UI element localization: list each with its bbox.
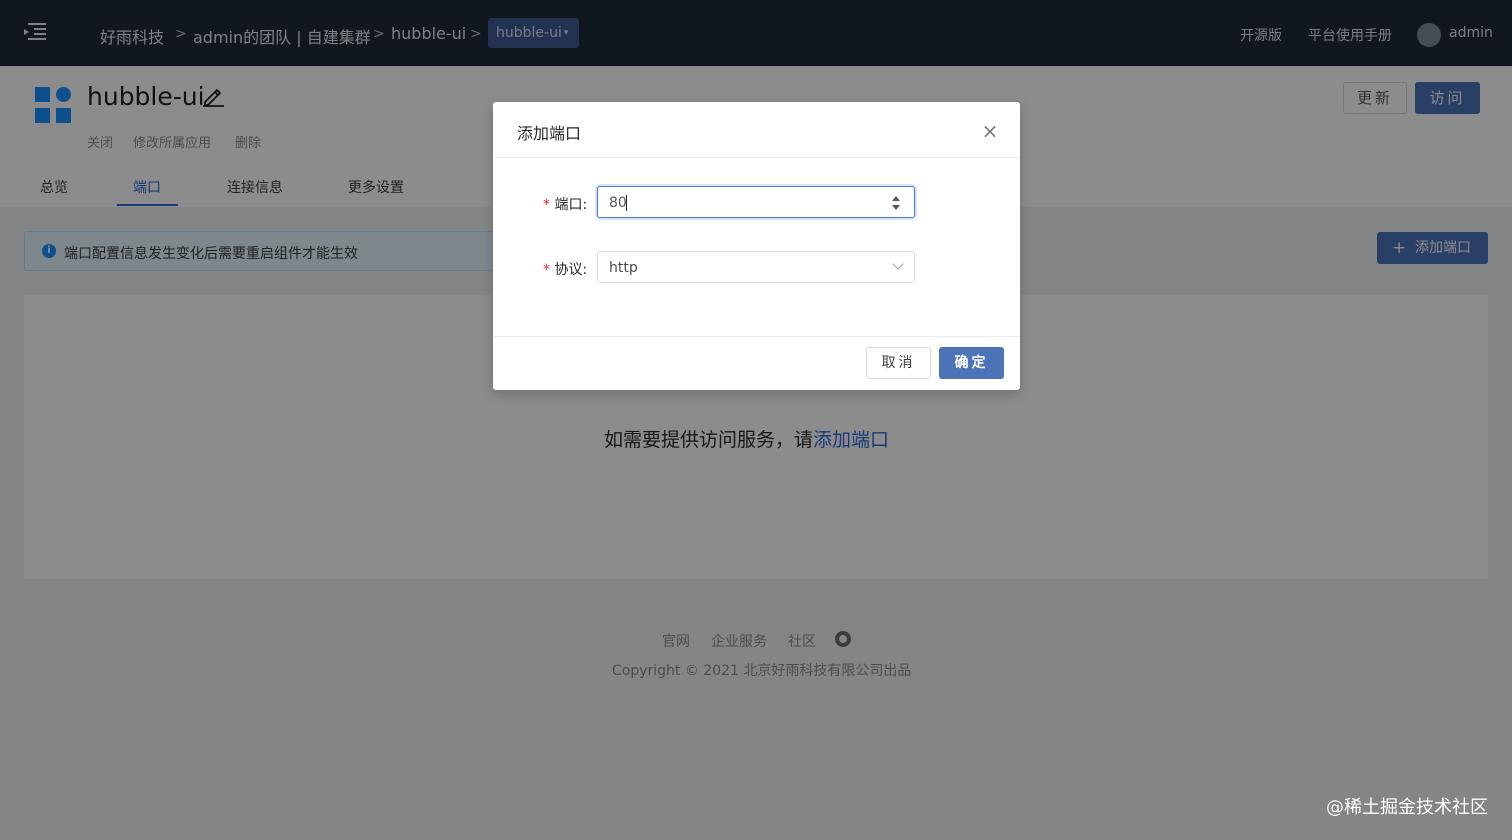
required-mark: * [543, 262, 550, 278]
modal-footer-divider [493, 336, 1020, 337]
protocol-value: http [609, 260, 638, 276]
add-port-modal: 添加端口 × * 端口: 80 * 协议: http 取消 确定 [493, 102, 1020, 390]
text-cursor [626, 195, 627, 211]
protocol-select[interactable]: http [597, 251, 915, 283]
stepper-down-icon[interactable] [892, 205, 900, 210]
modal-header-divider [493, 157, 1020, 158]
protocol-label-text: 协议: [554, 262, 588, 278]
watermark: @稀土掘金技术社区 [1326, 797, 1488, 818]
chevron-down-icon [892, 258, 904, 270]
port-label-text: 端口: [554, 197, 588, 213]
stepper-up-icon[interactable] [892, 196, 900, 201]
modal-title: 添加端口 [517, 124, 582, 143]
confirm-button[interactable]: 确定 [939, 347, 1004, 379]
port-field-label: * 端口: [543, 194, 587, 214]
number-stepper[interactable] [890, 195, 902, 211]
cancel-button[interactable]: 取消 [866, 347, 931, 379]
port-value: 80 [609, 195, 627, 211]
required-mark: * [543, 197, 550, 213]
close-icon[interactable]: × [980, 121, 1000, 141]
protocol-field-label: * 协议: [543, 259, 587, 279]
port-number-input[interactable]: 80 [597, 186, 915, 218]
